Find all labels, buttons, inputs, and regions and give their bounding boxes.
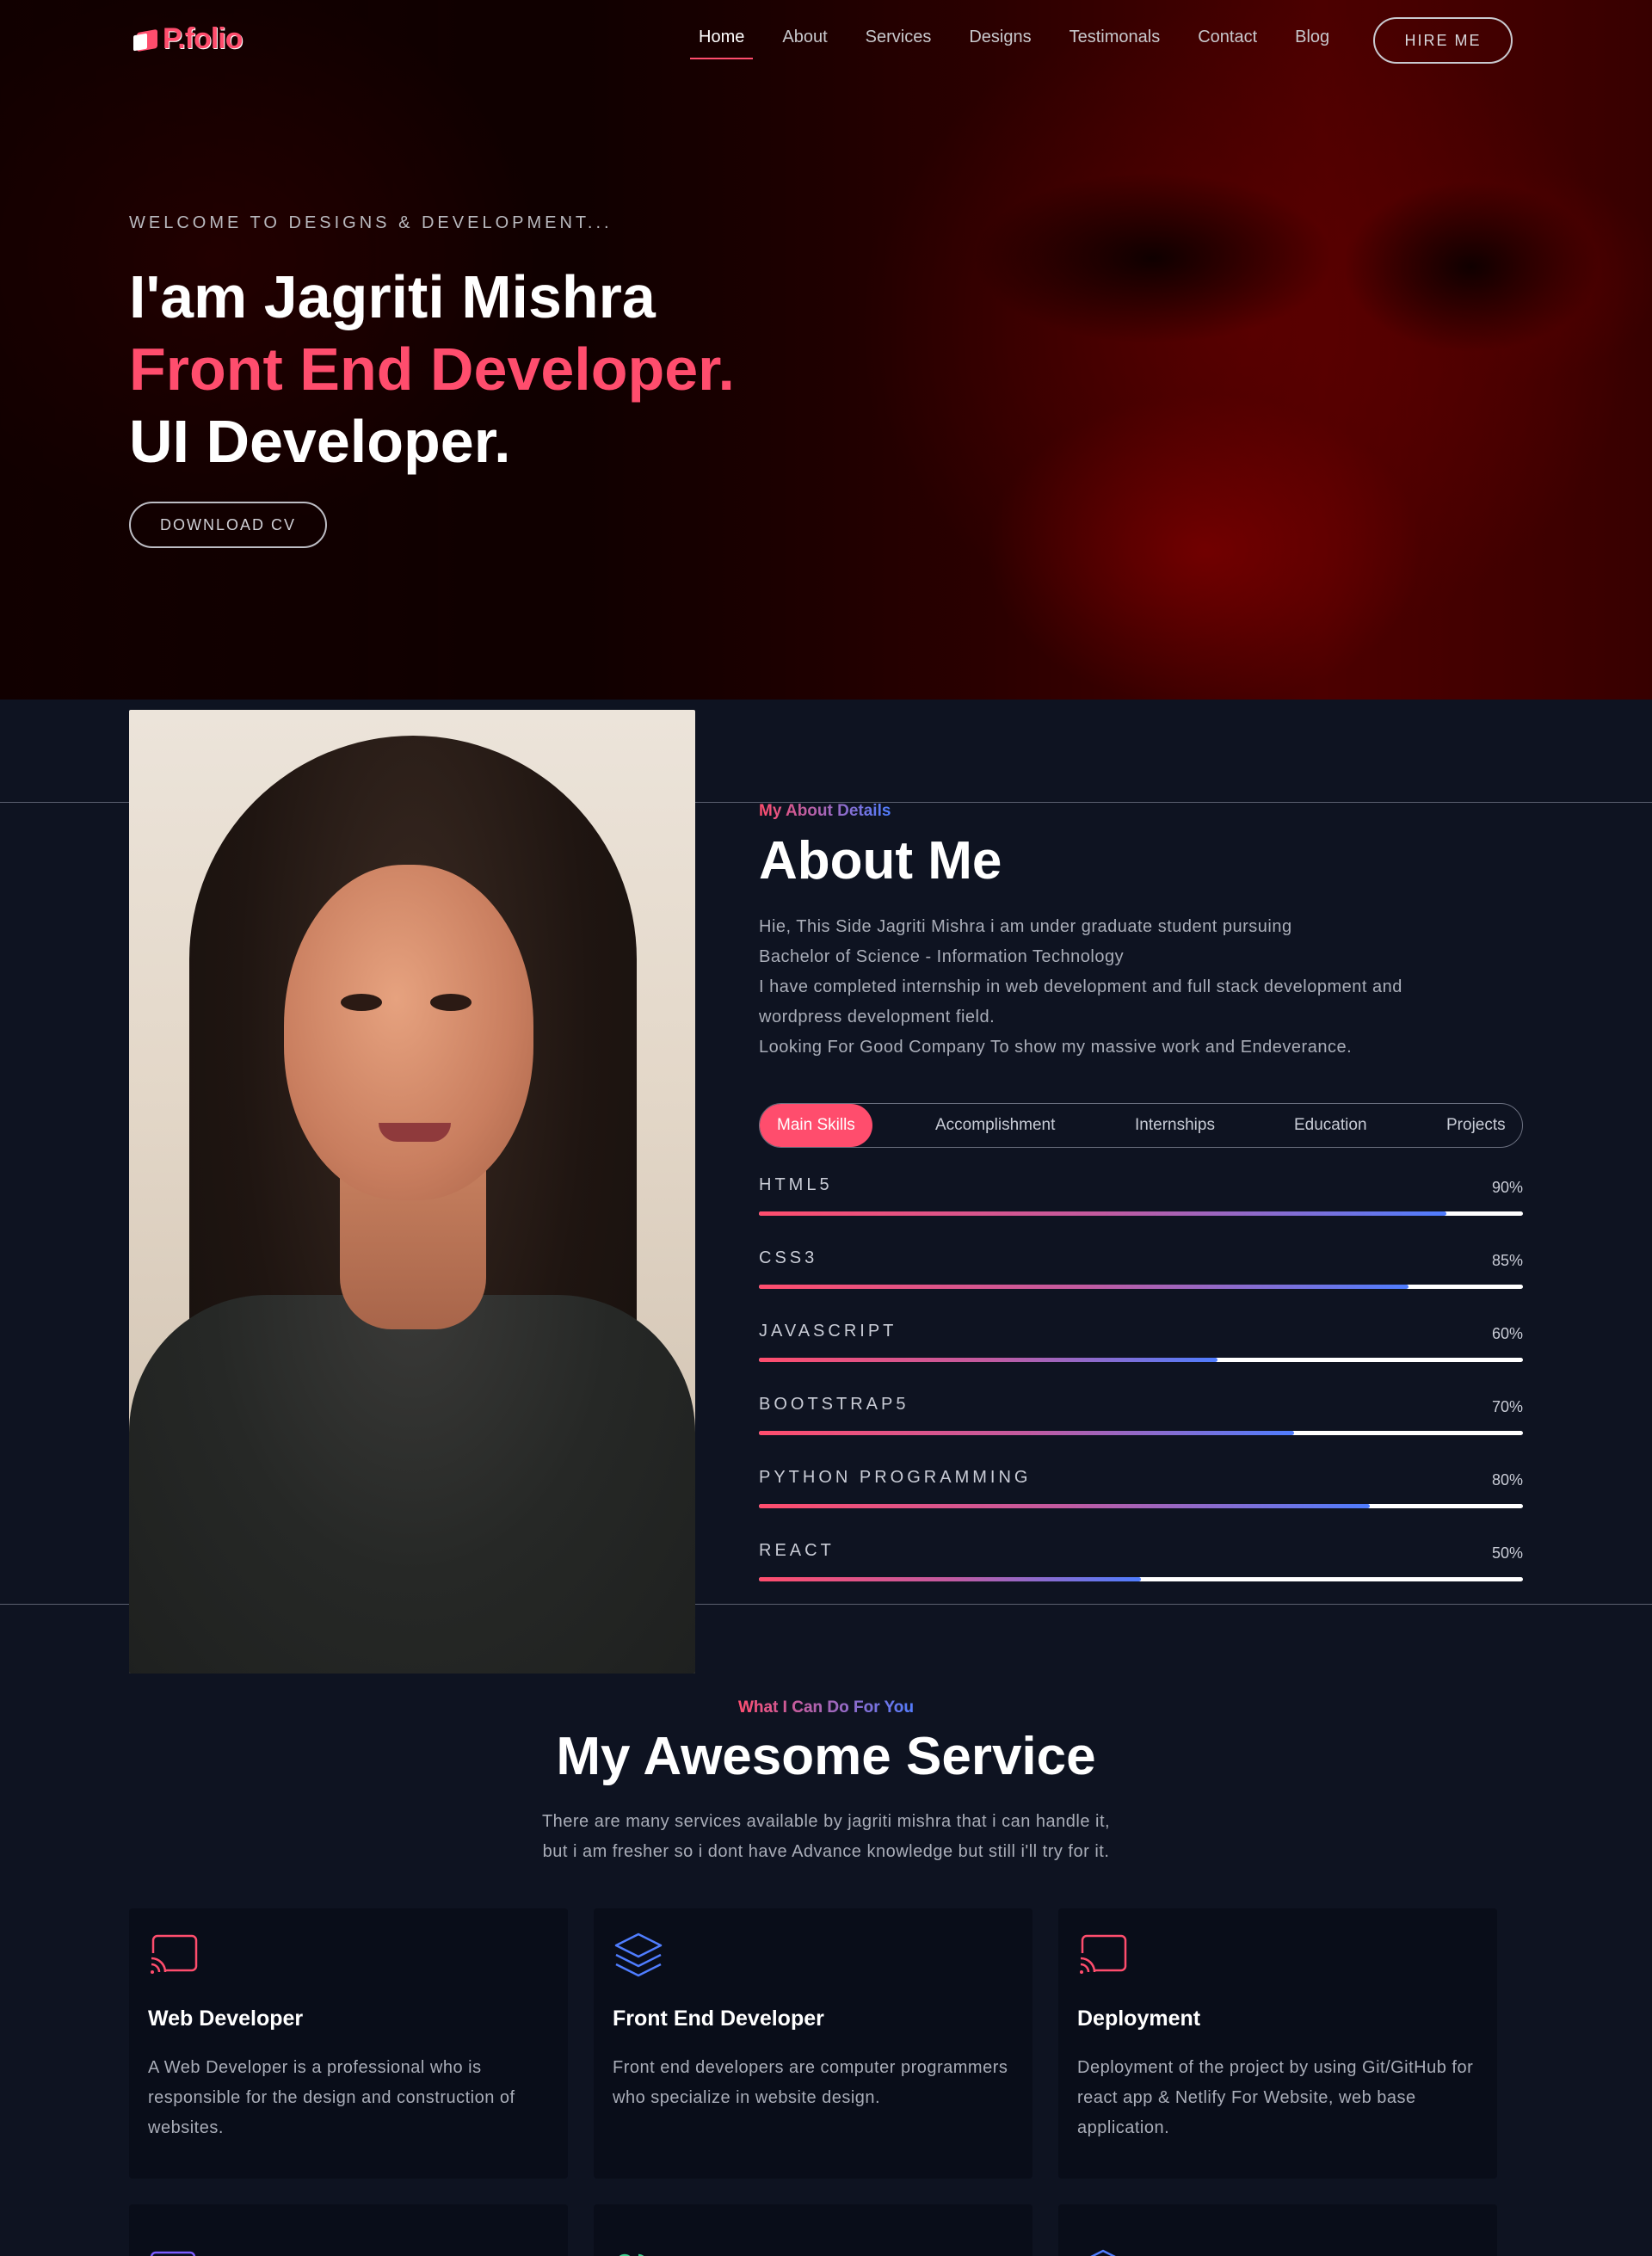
services-subtitle-text: What I Can Do For You [737,1698,915,1717]
skill-name: HTML5 [759,1175,833,1194]
tab-education[interactable]: Education [1294,1104,1367,1147]
skill-percent: 80% [1491,1471,1523,1489]
skill-item: JAVASCRIPT 60% [759,1322,1523,1373]
skill-progress-fill [759,1431,1294,1435]
about-paragraph: Hie, This Side Jagriti Mishra i am under… [759,912,1402,1063]
logo-icon [133,28,159,52]
skill-progress-fill [759,1285,1409,1289]
nav-item-blog[interactable]: Blog [1295,28,1329,59]
nav-item-testimonals[interactable]: Testimonals [1069,28,1161,59]
nav-item-about[interactable]: About [782,28,827,59]
service-card-title: Web Developer [148,2006,304,2031]
nav-item-designs[interactable]: Designs [969,28,1031,59]
toggle-icon [619,2253,644,2256]
service-card-text: A Web Developer is a professional who is… [148,2058,515,2137]
about-tabs: Main Skills Accomplishment Internships E… [759,1103,1523,1148]
about-line: wordpress development field. [759,1008,996,1026]
service-card-web-developer[interactable]: Web Developer A Web Developer is a profe… [129,1908,568,2179]
cast-icon [148,1934,198,1977]
service-card[interactable] [1058,2204,1497,2256]
logo-text: P.folio [163,22,243,55]
skill-progress-track [759,1577,1523,1581]
nav-item-contact[interactable]: Contact [1198,28,1257,59]
tab-internships[interactable]: Internships [1135,1104,1215,1147]
skill-progress-track [759,1431,1523,1435]
hero-section: P.folio Home About Services Designs Test… [0,0,1652,700]
skill-item: CSS3 85% [759,1248,1523,1300]
skill-progress-track [759,1504,1523,1508]
layers-icon [614,1932,663,1977]
skill-percent: 70% [1491,1398,1523,1415]
service-card-text: Front end developers are computer progra… [613,2058,1008,2107]
download-cv-button[interactable]: DOWNLOAD CV [129,502,327,548]
service-card-title: Deployment [1077,2006,1201,2031]
skill-item: HTML5 90% [759,1175,1523,1227]
skill-item: PYTHON PROGRAMMING 80% [759,1468,1523,1519]
profile-photo [129,710,695,1674]
skill-progress-track [759,1285,1523,1289]
skill-name: REACT [759,1541,835,1560]
service-card[interactable] [594,2204,1032,2256]
skill-percent: 50% [1491,1544,1523,1562]
services-description-line: There are many services available by jag… [541,1812,1111,1831]
services-title: My Awesome Service [556,1727,1096,1786]
service-card-title: Front End Developer [613,2006,824,2031]
hero-role-heading: Front End Developer. [129,336,735,403]
service-card-front-end-developer[interactable]: Front End Developer Front end developers… [594,1908,1032,2179]
skill-progress-fill [759,1358,1217,1362]
skill-progress-track [759,1211,1523,1216]
service-card-deployment[interactable]: Deployment Deployment of the project by … [1058,1908,1497,2179]
nav-item-home[interactable]: Home [689,28,754,59]
skill-name: PYTHON PROGRAMMING [759,1468,1032,1487]
layers-icon [1090,2249,1116,2256]
cast-icon [1077,1934,1127,1977]
services-subtitle: What I Can Do For You [0,1698,1652,1717]
hire-me-button[interactable]: HIRE ME [1373,17,1513,64]
skill-name: BOOTSTRAP5 [759,1395,909,1414]
square-icon [150,2251,196,2256]
about-title: About Me [759,831,1002,891]
skill-name: JAVASCRIPT [759,1322,897,1341]
about-line: Looking For Good Company To show my mass… [759,1038,1353,1057]
services-description-line: but i am fresher so i dont have Advance … [542,1842,1110,1861]
skill-name: CSS3 [759,1248,818,1267]
nav-item-services[interactable]: Services [866,28,932,59]
skill-progress-fill [759,1211,1447,1216]
skill-progress-fill [759,1577,1141,1581]
main-nav: Home About Services Designs Testimonals … [689,28,1367,59]
skill-percent: 60% [1491,1325,1523,1342]
skill-item: REACT 50% [759,1541,1523,1593]
about-line: I have completed internship in web devel… [759,977,1402,996]
skill-progress-fill [759,1504,1371,1508]
skill-percent: 85% [1491,1252,1523,1269]
site-logo[interactable]: P.folio [133,22,243,56]
about-line: Bachelor of Science - Information Techno… [759,947,1125,966]
tab-projects[interactable]: Projects [1446,1104,1506,1147]
service-card[interactable] [129,2204,568,2256]
hero-name-heading: I'am Jagriti Mishra [129,263,656,330]
skill-percent: 90% [1491,1179,1523,1196]
service-card-text: Deployment of the project by using Git/G… [1077,2058,1474,2137]
hero-role2-heading: UI Developer. [129,408,511,475]
about-subtitle: My About Details [759,802,891,820]
services-description: There are many services available by jag… [0,1807,1652,1867]
tab-accomplishment[interactable]: Accomplishment [935,1104,1055,1147]
skill-progress-track [759,1358,1523,1362]
about-line: Hie, This Side Jagriti Mishra i am under… [759,917,1292,936]
skill-item: BOOTSTRAP5 70% [759,1395,1523,1446]
tab-main-skills[interactable]: Main Skills [760,1104,872,1147]
hero-welcome-text: WELCOME TO DESIGNS & DEVELOPMENT... [129,213,613,232]
